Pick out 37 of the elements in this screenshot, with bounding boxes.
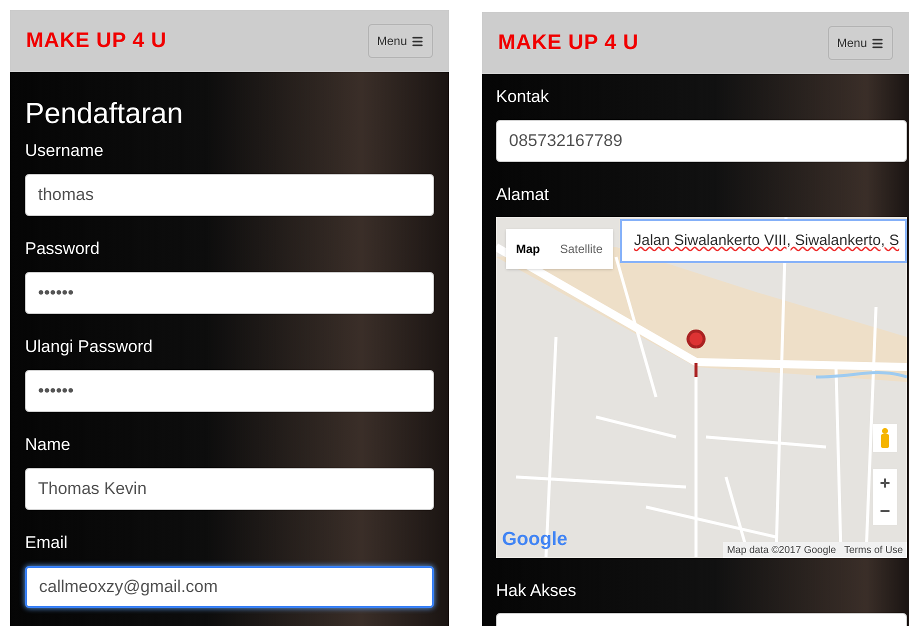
menu-icon [871, 36, 884, 50]
field-label: Kontak [496, 86, 550, 108]
input-field[interactable]: 085732167789 [496, 120, 907, 162]
field-label: Hak Akses [496, 580, 578, 602]
search-value: Jalan Siwalankerto VIII, Siwalankerto, S [634, 230, 900, 251]
brand-logo: MAKE UP 4 U [498, 30, 639, 56]
address-search-field[interactable]: Jalan Siwalankerto VIII, Siwalankerto, S [620, 219, 907, 263]
input-field[interactable]: thomas [25, 174, 434, 216]
field-value: callmeoxzy@gmail.com [39, 576, 218, 598]
field-label: Name [25, 434, 72, 456]
zoom-out-button[interactable]: − [873, 497, 897, 525]
menu-button[interactable]: Menu [368, 24, 433, 58]
input-field[interactable]: callmeoxzy@gmail.com [25, 566, 434, 608]
field-label: Password [25, 238, 101, 260]
map-type-tab[interactable]: Satellite [550, 229, 613, 269]
field-label: Username [25, 140, 104, 162]
menu-button[interactable]: Menu [828, 26, 893, 60]
input-field[interactable]: •••••• [25, 272, 434, 314]
map-attribution: Map data ©2017 Google [726, 544, 836, 558]
field-label: Ulangi Password [25, 336, 154, 358]
field-value: 085732167789 [509, 130, 622, 152]
google-logo: Google [502, 528, 568, 552]
page-heading: Pendaftaran [25, 97, 184, 132]
terms-link[interactable]: Terms of Use [844, 542, 903, 558]
field-value: •••••• [38, 380, 74, 402]
brand-logo: MAKE UP 4 U [26, 28, 167, 54]
input-field[interactable]: •••••• [25, 370, 434, 412]
input-field[interactable]: Thomas Kevin [25, 468, 434, 510]
menu-icon [411, 34, 424, 48]
field-label: Alamat [496, 184, 550, 206]
field-value: •••••• [38, 282, 74, 304]
field-value: thomas [38, 184, 94, 206]
street-view-icon[interactable] [873, 424, 897, 452]
field-value: Thomas Kevin [38, 478, 147, 500]
field-label: Email [25, 532, 69, 554]
zoom-in-button[interactable]: + [873, 469, 897, 497]
map-type-tab[interactable]: Map [506, 229, 550, 269]
